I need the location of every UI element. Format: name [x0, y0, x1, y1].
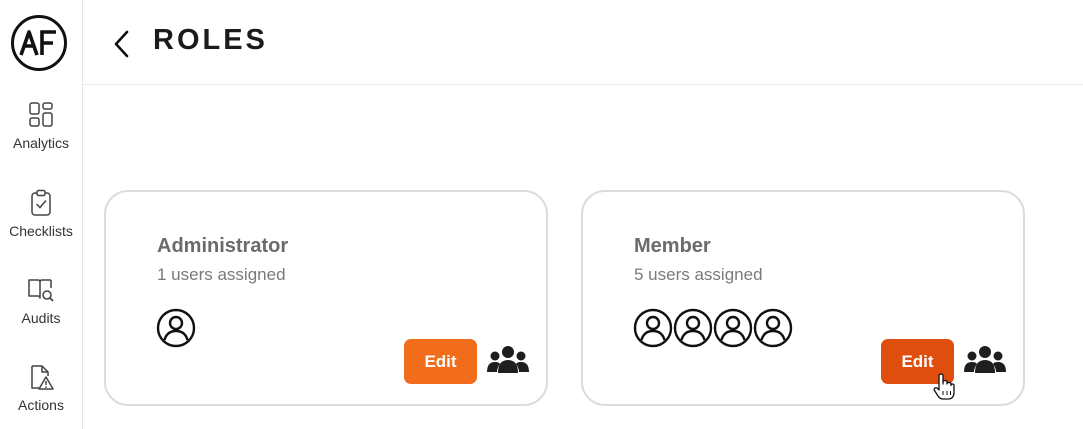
- user-avatar-icon: [673, 308, 713, 348]
- sidebar-item-actions[interactable]: Actions: [0, 363, 82, 413]
- edit-role-button[interactable]: Edit: [404, 339, 477, 384]
- users-group-icon[interactable]: [487, 344, 529, 376]
- page-header: ROLES: [83, 0, 1083, 85]
- sidebar-item-label: Audits: [21, 310, 61, 326]
- role-card-member: Member 5 users assigned Edit: [581, 190, 1025, 406]
- users-group-icon[interactable]: [964, 344, 1006, 376]
- analytics-icon: [29, 102, 53, 127]
- user-avatar-icon: [633, 308, 673, 348]
- audit-icon: [28, 279, 54, 302]
- role-users-count: 5 users assigned: [634, 265, 763, 284]
- logo[interactable]: [11, 15, 67, 71]
- sidebar-item-analytics[interactable]: Analytics: [0, 101, 82, 151]
- role-name: Member: [634, 235, 711, 257]
- sidebar-item-checklists[interactable]: Checklists: [0, 189, 82, 239]
- sidebar-item-label: Actions: [18, 397, 64, 413]
- sidebar-item-label: Checklists: [9, 223, 73, 239]
- logo-mark-icon: [19, 30, 56, 56]
- user-avatar-icon: [156, 308, 196, 348]
- app-root: Analytics Checklists Audits Actions ROLE…: [0, 0, 1083, 429]
- role-name: Administrator: [157, 235, 289, 257]
- sidebar-item-audits[interactable]: Audits: [0, 276, 82, 326]
- hand-pointer-icon: [933, 373, 955, 400]
- page-title: ROLES: [153, 24, 268, 56]
- actions-icon: [31, 365, 54, 390]
- chevron-left-icon[interactable]: [109, 28, 135, 60]
- checklist-icon: [31, 189, 51, 216]
- user-avatar-icon: [753, 308, 793, 348]
- sidebar-item-label: Analytics: [12, 135, 70, 151]
- avatar-list: [633, 308, 793, 348]
- sidebar: Analytics Checklists Audits Actions: [0, 0, 83, 429]
- user-avatar-icon: [713, 308, 753, 348]
- avatar-list: [156, 308, 196, 348]
- role-users-count: 1 users assigned: [157, 265, 286, 284]
- role-card-administrator: Administrator 1 users assigned Edit: [104, 190, 548, 406]
